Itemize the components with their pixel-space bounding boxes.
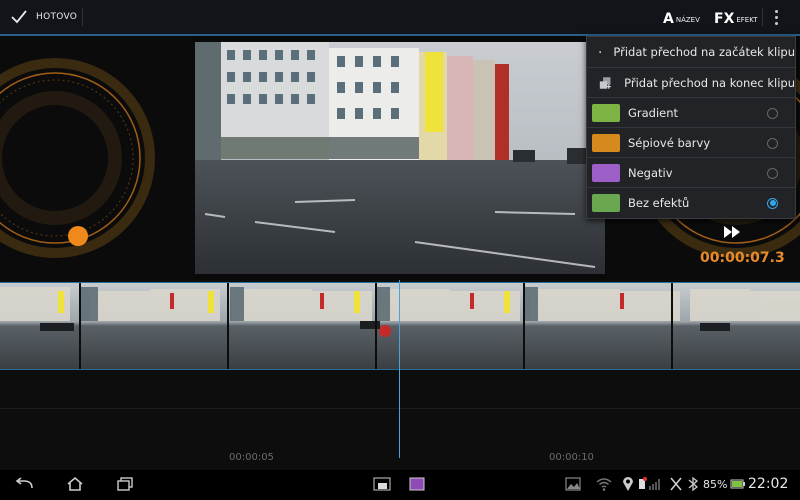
- vibrate-mute-icon: [670, 477, 682, 491]
- recent-apps-icon[interactable]: [116, 476, 134, 492]
- gradient-thumbnail: [592, 104, 620, 122]
- radio-button[interactable]: [767, 107, 778, 119]
- sepia-thumbnail: [592, 134, 620, 152]
- radio-button[interactable]: [767, 137, 778, 149]
- title-icon: A: [663, 11, 674, 27]
- menu-item-label: Přidat přechod na začátek klipu: [613, 45, 795, 59]
- menu-item-label: Negativ: [628, 166, 673, 180]
- menu-item-label: Přidat přechod na konec klipu: [624, 76, 795, 90]
- divider: [82, 8, 83, 26]
- playback-timecode: 00:00:07.3: [700, 250, 785, 266]
- menu-item-label: Sépiové barvy: [628, 136, 711, 150]
- menu-item-add-transition-start[interactable]: Přidat přechod na začátek klipu: [587, 37, 795, 67]
- done-label: HOTOVO: [36, 12, 78, 22]
- dial-handle[interactable]: [68, 226, 88, 246]
- timeline[interactable]: [0, 280, 800, 470]
- jog-dial[interactable]: [0, 36, 195, 278]
- menu-item-sepia[interactable]: Sépiové barvy: [587, 127, 795, 158]
- audio-track[interactable]: [0, 370, 800, 409]
- radio-button[interactable]: [767, 167, 778, 179]
- effect-icon: FX: [714, 11, 735, 27]
- left-jog-dial-panel: [0, 36, 195, 278]
- system-bar: 85% 22:02: [0, 470, 800, 500]
- gallery-icon: [565, 477, 581, 491]
- movie-studio-icon[interactable]: [408, 476, 426, 492]
- menu-item-negative[interactable]: Negativ: [587, 157, 795, 188]
- location-icon: [623, 477, 633, 491]
- video-preview[interactable]: [195, 42, 605, 274]
- clock: 22:02: [748, 476, 789, 492]
- filmstrip-frames: [0, 283, 800, 369]
- signal-icon: [639, 477, 660, 490]
- battery-percent: 85%: [703, 478, 728, 491]
- overflow-menu-icon[interactable]: [775, 10, 779, 25]
- timeline-mark-10s: 00:00:10: [549, 452, 594, 463]
- no-effect-thumbnail: [592, 194, 620, 212]
- menu-item-add-transition-end[interactable]: Přidat přechod na konec klipu: [587, 67, 795, 98]
- menu-item-label: Bez efektů: [628, 196, 690, 210]
- action-bar: HOTOVO A NÁZEV FX EFEKT: [0, 0, 800, 36]
- wifi-icon: [596, 478, 612, 491]
- video-frame: [195, 42, 605, 274]
- menu-item-gradient[interactable]: Gradient: [587, 97, 795, 128]
- radio-button-selected[interactable]: [767, 197, 778, 209]
- divider: [762, 8, 763, 26]
- negative-thumbnail: [592, 164, 620, 182]
- effects-menu: Přidat přechod na začátek klipu Přidat p…: [586, 36, 796, 219]
- done-button[interactable]: HOTOVO: [10, 6, 77, 28]
- effect-button[interactable]: FX EFEKT: [714, 6, 758, 28]
- timeline-mark-5s: 00:00:05: [229, 452, 274, 463]
- playhead[interactable]: [399, 280, 400, 458]
- effect-label: EFEKT: [736, 16, 758, 24]
- small-app-icon[interactable]: [372, 476, 392, 492]
- transition-end-icon: [599, 77, 611, 89]
- bluetooth-icon: [688, 476, 699, 492]
- transition-start-icon: [599, 50, 602, 54]
- menu-item-label: Gradient: [628, 106, 679, 120]
- home-icon[interactable]: [66, 476, 84, 492]
- back-icon[interactable]: [14, 476, 36, 492]
- menu-item-no-effect[interactable]: Bez efektů: [587, 187, 795, 218]
- battery-icon: [730, 479, 745, 489]
- title-button[interactable]: A NÁZEV: [663, 6, 700, 28]
- clip-filmstrip[interactable]: [0, 282, 800, 370]
- title-label: NÁZEV: [675, 16, 700, 24]
- fast-forward-icon[interactable]: [724, 226, 740, 238]
- checkmark-icon: [11, 10, 27, 24]
